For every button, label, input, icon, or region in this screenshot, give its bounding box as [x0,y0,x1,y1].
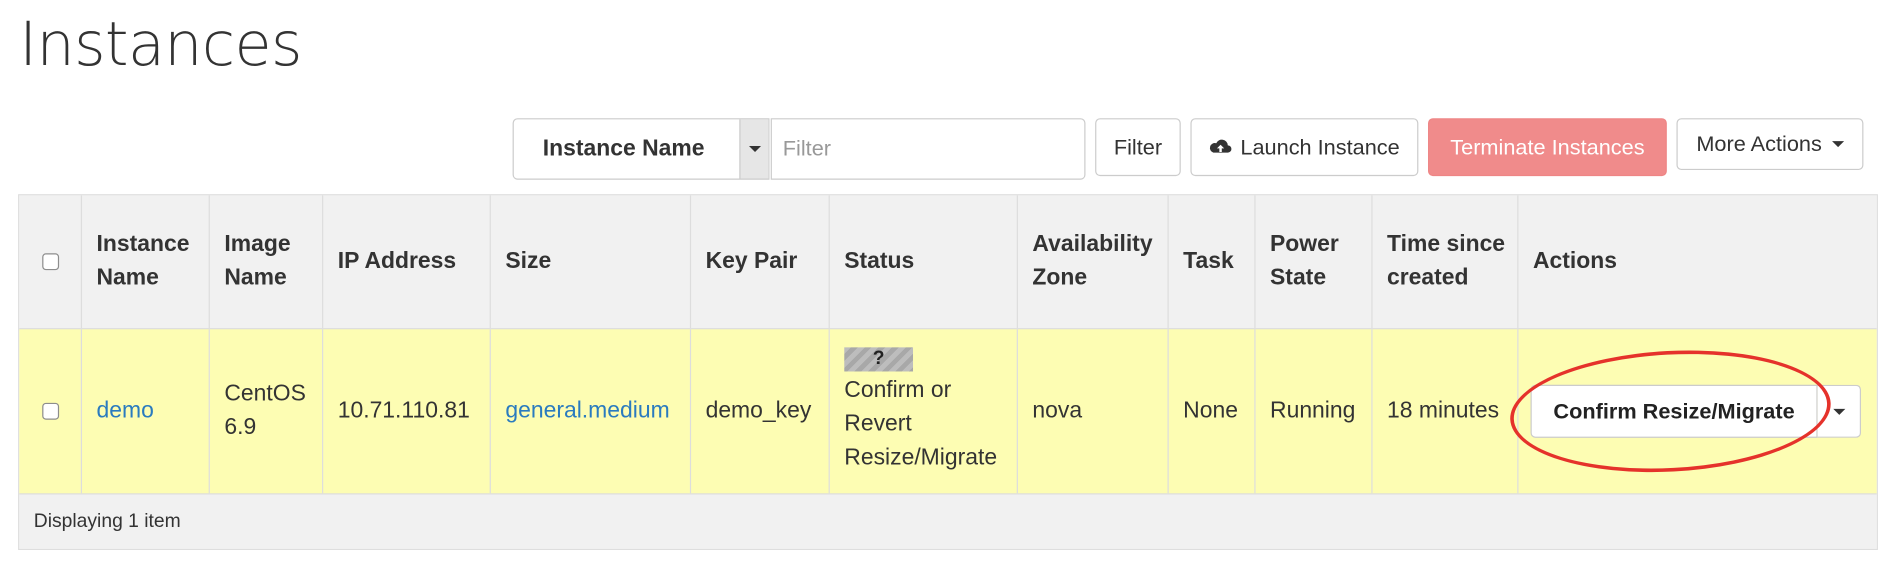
select-all-cell [19,195,83,329]
size-link[interactable]: general.medium [505,394,669,428]
row-checkbox[interactable] [41,402,59,420]
column-header-status[interactable]: Status [830,195,1018,329]
caret-down-icon [1832,408,1845,415]
column-header-time-since-created[interactable]: Time since created [1373,195,1519,329]
column-header-ip-address[interactable]: IP Address [323,195,491,329]
terminate-instances-button[interactable]: Terminate Instances [1428,118,1667,177]
filter-input[interactable]: Filter [770,118,1086,180]
time-since-created-cell: 18 minutes [1373,329,1519,494]
filter-field-dropdown-toggle[interactable] [739,119,769,179]
table-footer: Displaying 1 item [19,494,1877,549]
column-header-size[interactable]: Size [491,195,692,329]
column-label: Size [505,248,552,274]
availability-zone-cell: nova [1018,329,1169,494]
table-toolbar: Instance Name Filter Filter Launch Insta… [0,0,1890,193]
instances-page: Instances Instance Name Filter Filter La… [0,0,1890,564]
availability-zone: nova [1032,398,1083,424]
row-select-cell [19,329,83,494]
column-header-actions: Actions [1518,195,1876,328]
status-cell: ? Confirm or Revert Resize/Migrate [830,329,1018,494]
actions-cell: Confirm Resize/Migrate [1518,329,1876,493]
column-header-image-name[interactable]: Image Name [210,195,324,329]
filter-field-value: Instance Name [542,135,705,162]
column-label: Instance Name [96,231,190,291]
launch-instance-label: Launch Instance [1240,134,1400,159]
caret-down-icon [748,145,761,152]
select-all-checkbox[interactable] [41,253,59,271]
image-name: CentOS 6.9 [224,381,306,441]
column-header-task[interactable]: Task [1169,195,1256,329]
time-since-created: 18 minutes [1387,398,1500,424]
column-header-availability-zone[interactable]: Availability Zone [1018,195,1169,329]
column-label: Time since created [1387,231,1506,291]
instances-table: Instance Name Image Name IP Address Size… [18,194,1878,550]
task: None [1183,398,1238,424]
column-label: Image Name [224,231,291,291]
more-actions-button[interactable]: More Actions [1676,118,1864,171]
status-content: ? Confirm or Revert Resize/Migrate [844,347,1016,475]
column-label: Actions [1532,248,1618,274]
status-text: Confirm or Revert Resize/Migrate [844,377,998,471]
column-header-key-pair[interactable]: Key Pair [691,195,830,329]
task-cell: None [1169,329,1256,494]
filter-field-select[interactable]: Instance Name [512,118,770,180]
item-count: Displaying 1 item [33,510,181,532]
image-name-cell: CentOS 6.9 [210,329,324,494]
status-unknown-icon: ? [844,347,914,372]
column-label: Task [1183,248,1234,274]
power-state: Running [1270,398,1356,424]
table-row: demo CentOS 6.9 10.71.110.81 general.med… [19,329,1877,495]
column-label: Availability Zone [1032,231,1153,291]
column-label: Key Pair [705,248,798,274]
column-label: Status [844,248,915,274]
ip-address-cell: 10.71.110.81 [323,329,491,494]
confirm-resize-migrate-button[interactable]: Confirm Resize/Migrate [1530,384,1818,438]
cloud-upload-icon [1210,139,1232,153]
caret-down-icon [1831,141,1844,148]
filter-input-placeholder: Filter [782,136,832,161]
column-header-instance-name[interactable]: Instance Name [82,195,210,329]
key-pair: demo_key [705,398,812,424]
filter-button[interactable]: Filter [1095,118,1181,177]
column-label: IP Address [337,248,457,274]
ip-address: 10.71.110.81 [337,398,470,424]
table-header: Instance Name Image Name IP Address Size… [19,195,1877,331]
instance-name-cell: demo [82,329,210,494]
power-state-cell: Running [1256,329,1373,494]
key-pair-cell: demo_key [691,329,830,494]
size-cell: general.medium [491,329,692,494]
more-actions-label: More Actions [1696,131,1822,156]
launch-instance-button[interactable]: Launch Instance [1190,118,1419,177]
column-header-power-state[interactable]: Power State [1256,195,1373,329]
instance-name-link[interactable]: demo [96,394,153,428]
column-label: Power State [1270,231,1339,291]
row-actions-dropdown-toggle[interactable] [1817,384,1862,438]
